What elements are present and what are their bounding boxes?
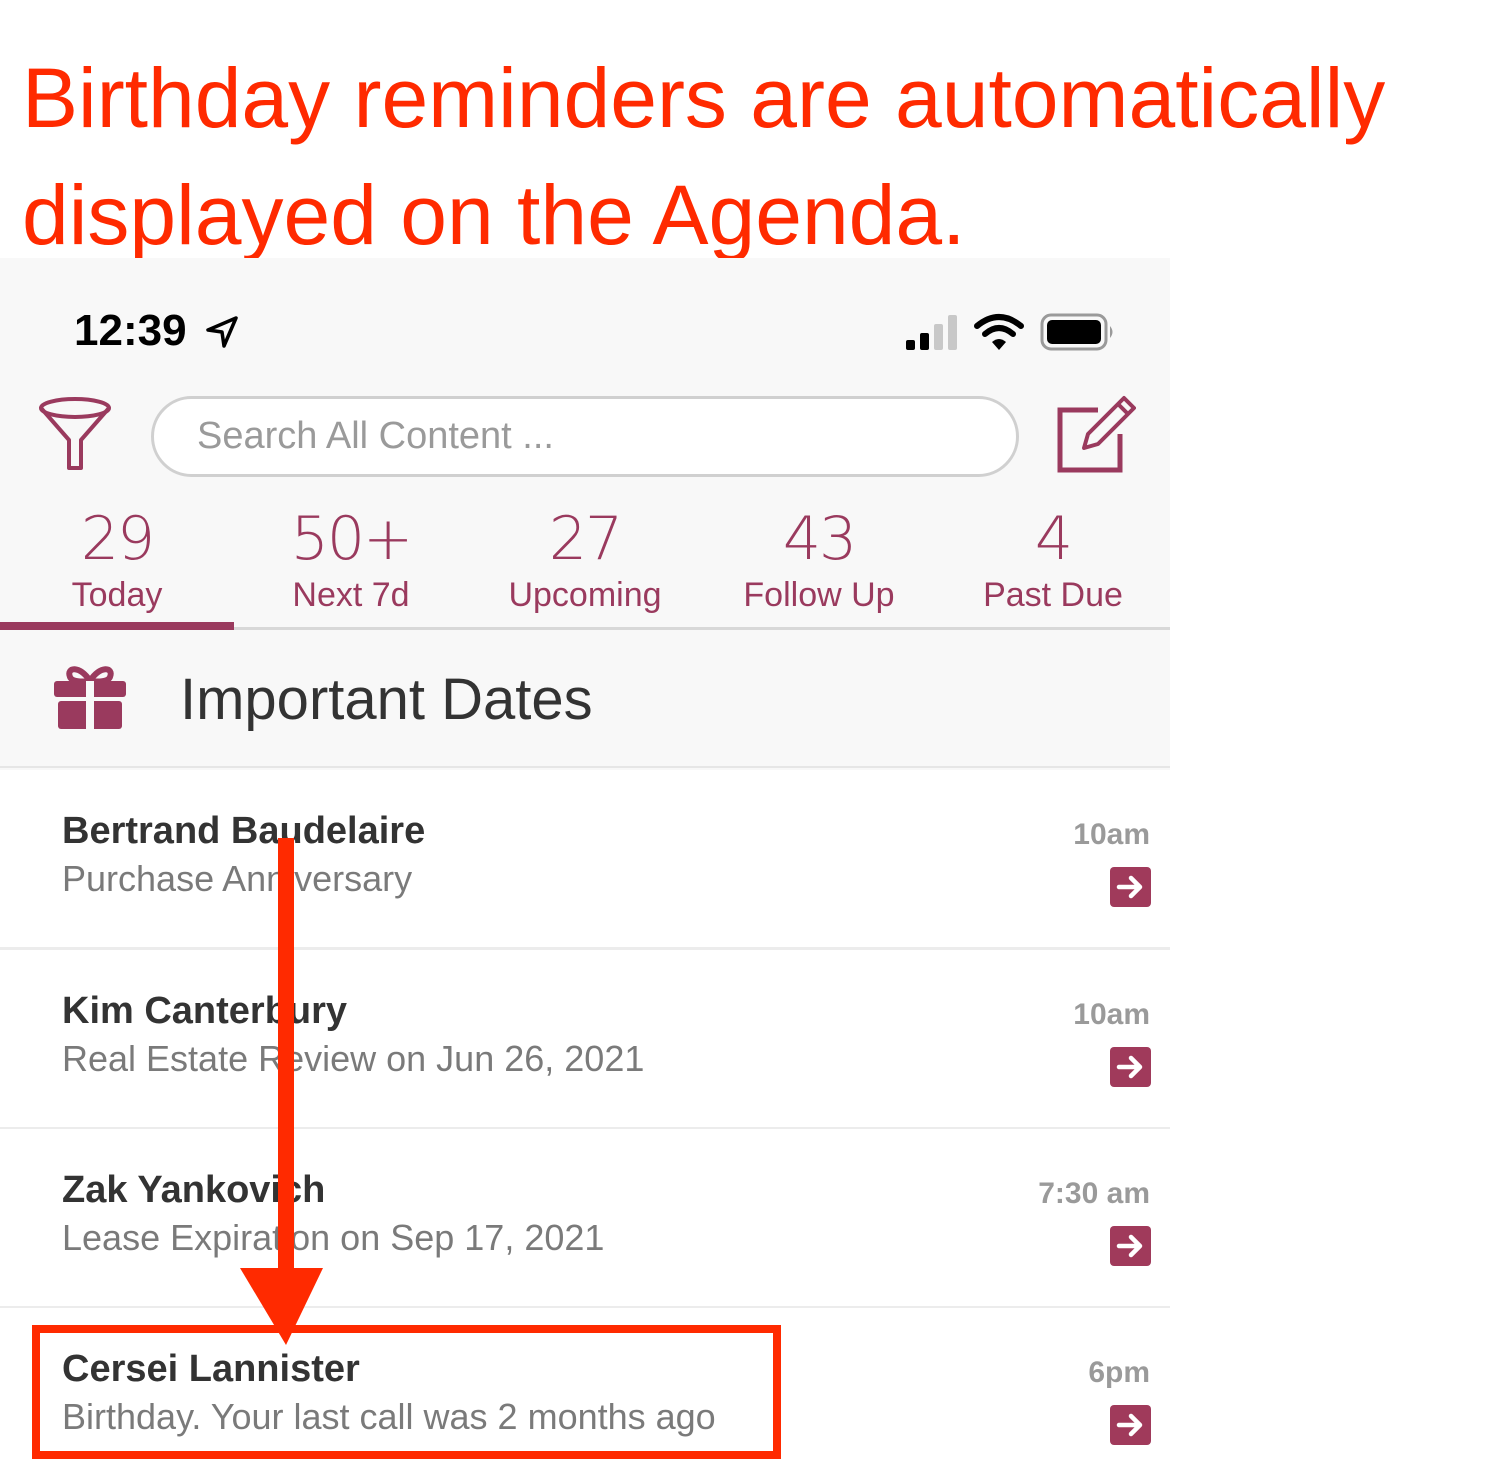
tab-past-due[interactable]: 4 Past Due: [936, 503, 1170, 631]
list-item[interactable]: Kim Canterbury Real Estate Review on Jun…: [0, 950, 1170, 1130]
open-arrow-icon[interactable]: [1110, 1047, 1151, 1087]
section-title: Important Dates: [180, 667, 593, 732]
open-arrow-icon[interactable]: [1110, 1405, 1151, 1445]
active-tab-indicator: [0, 622, 234, 630]
compose-icon[interactable]: [1054, 394, 1136, 474]
status-time: 12:39: [74, 306, 187, 355]
tab-upcoming[interactable]: 27 Upcoming: [468, 503, 702, 631]
gift-icon: [54, 666, 126, 729]
event-subtitle: Lease Expiration on Sep 17, 2021: [62, 1217, 605, 1258]
tab-label: Past Due: [983, 576, 1123, 614]
caption-line-2: displayed on the Agenda.: [22, 168, 966, 262]
tab-next-7d[interactable]: 50+ Next 7d: [234, 503, 468, 631]
caption-line-1: Birthday reminders are automatically: [22, 51, 1386, 145]
annotation-highlight-box: [32, 1325, 781, 1459]
list-item[interactable]: Zak Yankovich Lease Expiration on Sep 17…: [0, 1129, 1170, 1309]
tab-count: 4: [1034, 504, 1073, 574]
search-placeholder: Search All Content ...: [197, 415, 554, 457]
battery-icon: [1040, 313, 1113, 351]
agenda-tabs: 29 Today 50+ Next 7d 27 Upcoming 43 Foll…: [0, 503, 1170, 631]
event-time: 7:30 am: [1038, 1177, 1150, 1210]
open-arrow-icon[interactable]: [1110, 1226, 1151, 1266]
tab-count: 29: [80, 504, 155, 574]
funnel-icon[interactable]: [36, 396, 114, 472]
contact-name: Zak Yankovich: [62, 1169, 326, 1211]
phone-screen: 12:39 Search All Content ... 29 Today 50…: [0, 258, 1170, 1469]
event-time: 10am: [1073, 818, 1150, 851]
event-subtitle: Real Estate Review on Jun 26, 2021: [62, 1038, 645, 1079]
event-time: 10am: [1073, 998, 1150, 1031]
location-arrow-icon: [206, 316, 238, 348]
tab-today[interactable]: 29 Today: [0, 503, 234, 631]
tab-label: Follow Up: [743, 576, 895, 614]
event-subtitle: Purchase Anniversary: [62, 858, 413, 899]
search-input[interactable]: Search All Content ...: [151, 396, 1019, 477]
contact-name: Kim Canterbury: [62, 990, 348, 1032]
tab-label: Next 7d: [292, 576, 410, 614]
tab-label: Today: [71, 576, 163, 614]
tab-count: 43: [782, 504, 857, 574]
tab-follow-up[interactable]: 43 Follow Up: [702, 503, 936, 631]
list-item[interactable]: Bertrand Baudelaire Purchase Anniversary…: [0, 770, 1170, 950]
wifi-icon: [974, 314, 1024, 350]
event-time: 6pm: [1088, 1356, 1150, 1389]
tab-count: 27: [548, 504, 623, 574]
contact-name: Bertrand Baudelaire: [62, 810, 426, 852]
annotation-caption: Birthday reminders are automatically dis…: [22, 40, 1502, 274]
section-header: Important Dates: [0, 630, 1170, 768]
cellular-signal-icon: [906, 315, 957, 350]
tab-count: 50+: [290, 504, 414, 574]
open-arrow-icon[interactable]: [1110, 867, 1151, 907]
tab-label: Upcoming: [508, 576, 662, 614]
